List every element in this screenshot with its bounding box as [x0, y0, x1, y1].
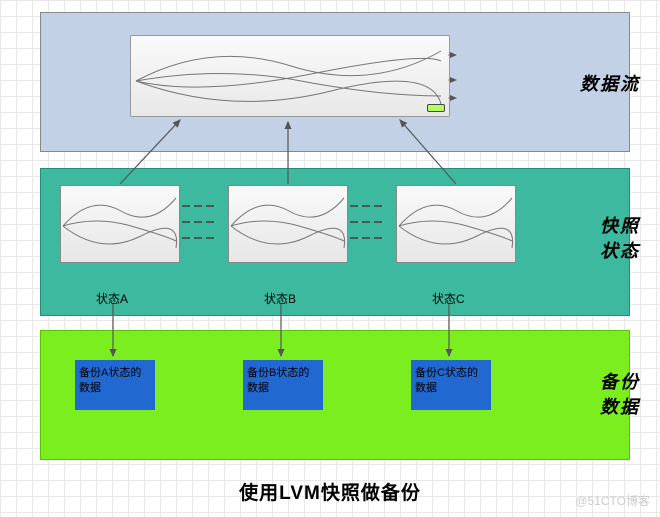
label-snapshot-line1: 快照	[600, 216, 640, 236]
wavy-lines-b	[229, 186, 349, 264]
label-data-stream: 数据流	[580, 72, 640, 97]
snapshot-label-c: 状态C	[432, 290, 465, 307]
dash-connector-ab	[182, 205, 226, 255]
wavy-lines-stream	[131, 36, 451, 118]
snapshot-box-b	[228, 185, 348, 263]
data-stream-box	[130, 35, 450, 117]
watermark: @51CTO博客	[575, 492, 650, 509]
wavy-lines-a	[61, 186, 181, 264]
backup-box-b: 备份B状态的数据	[243, 360, 323, 410]
snapshot-box-a	[60, 185, 180, 263]
snapshot-label-a: 状态A	[96, 290, 128, 307]
label-snapshot-line2: 状态	[600, 241, 640, 261]
label-backup-line2: 数据	[600, 397, 640, 417]
snapshot-label-b: 状态B	[264, 290, 296, 307]
label-backup-data: 备份 数据	[600, 370, 640, 420]
progress-icon	[427, 104, 445, 112]
snapshot-box-c	[396, 185, 516, 263]
dash-connector-bc	[350, 205, 394, 255]
backup-box-a: 备份A状态的数据	[75, 360, 155, 410]
wavy-lines-c	[397, 186, 517, 264]
label-snapshot-state: 快照 状态	[600, 214, 640, 264]
label-backup-line1: 备份	[600, 372, 640, 392]
backup-box-c: 备份C状态的数据	[411, 360, 491, 410]
diagram-caption: 使用LVM快照做备份	[0, 478, 660, 505]
